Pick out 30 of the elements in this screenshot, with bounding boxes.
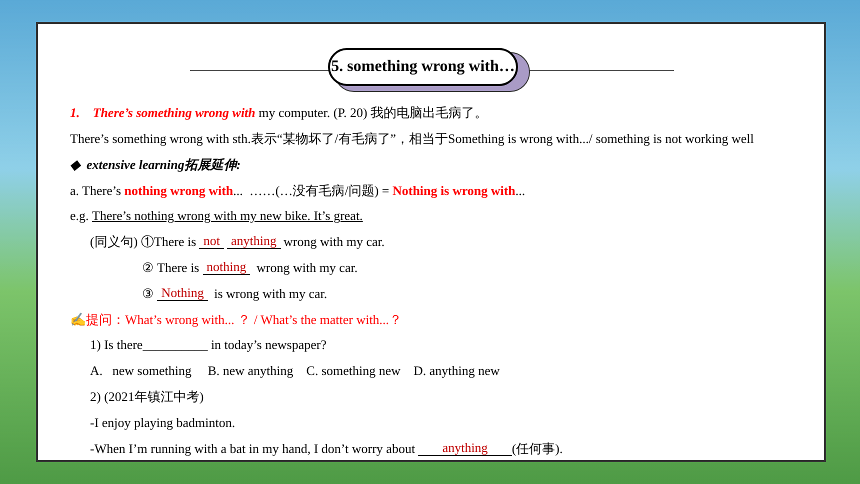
- answer-blank: not: [199, 234, 224, 250]
- text: A. new something B. new anything C. something new D. anything new: [90, 362, 500, 380]
- bold-text: nothing wrong with: [124, 182, 234, 200]
- text: my computer. (P. 20) 我的电脑出毛病了。: [258, 104, 488, 122]
- text: -I enjoy playing badminton.: [90, 414, 236, 432]
- text: 2) (2021年镇江中考): [90, 388, 204, 406]
- text: ③: [142, 284, 155, 303]
- text: -When I’m running with a bat in my hand, I don’t worry about: [90, 440, 416, 458]
- text: a. There’s: [70, 182, 122, 200]
- section-heading: ◆ extensive learning拓展延伸:: [70, 156, 241, 174]
- text: ... ……(…没有毛病/问题) =: [233, 182, 390, 200]
- text: wrong with my car.: [255, 258, 358, 277]
- text: (同义句) ①There is: [90, 233, 198, 252]
- answer-blank: nothing: [202, 260, 250, 276]
- text: e.g.: [70, 207, 90, 226]
- text: There’s something wrong with sth.表示“某物坏了/有毛病了”，相当于Something is wrong with.../ something is not working well: [70, 130, 754, 148]
- question-prompt: ✍提问：What’s wrong with... ？ / What’s the matter with...？: [70, 310, 402, 329]
- answer-blank: anything: [418, 440, 512, 456]
- text: (任何事).: [512, 440, 563, 458]
- text: wrong with my car.: [284, 233, 385, 252]
- underlined-sentence: There’s nothing wrong with my new bike. It’s great.: [92, 207, 363, 226]
- text: ...: [515, 182, 526, 200]
- heading-text: 1. There’s something wrong with: [70, 104, 256, 122]
- answer-blank: anything: [227, 234, 281, 250]
- bold-text: Nothing is wrong with: [392, 182, 516, 200]
- answer-blank: Nothing: [157, 286, 208, 301]
- text: is wrong with my car.: [213, 284, 328, 303]
- slide-title: 5. something wrong with…: [328, 48, 518, 86]
- text: ② There is: [142, 258, 200, 277]
- text: 1) Is there__________ in today’s newspaper?: [90, 336, 326, 354]
